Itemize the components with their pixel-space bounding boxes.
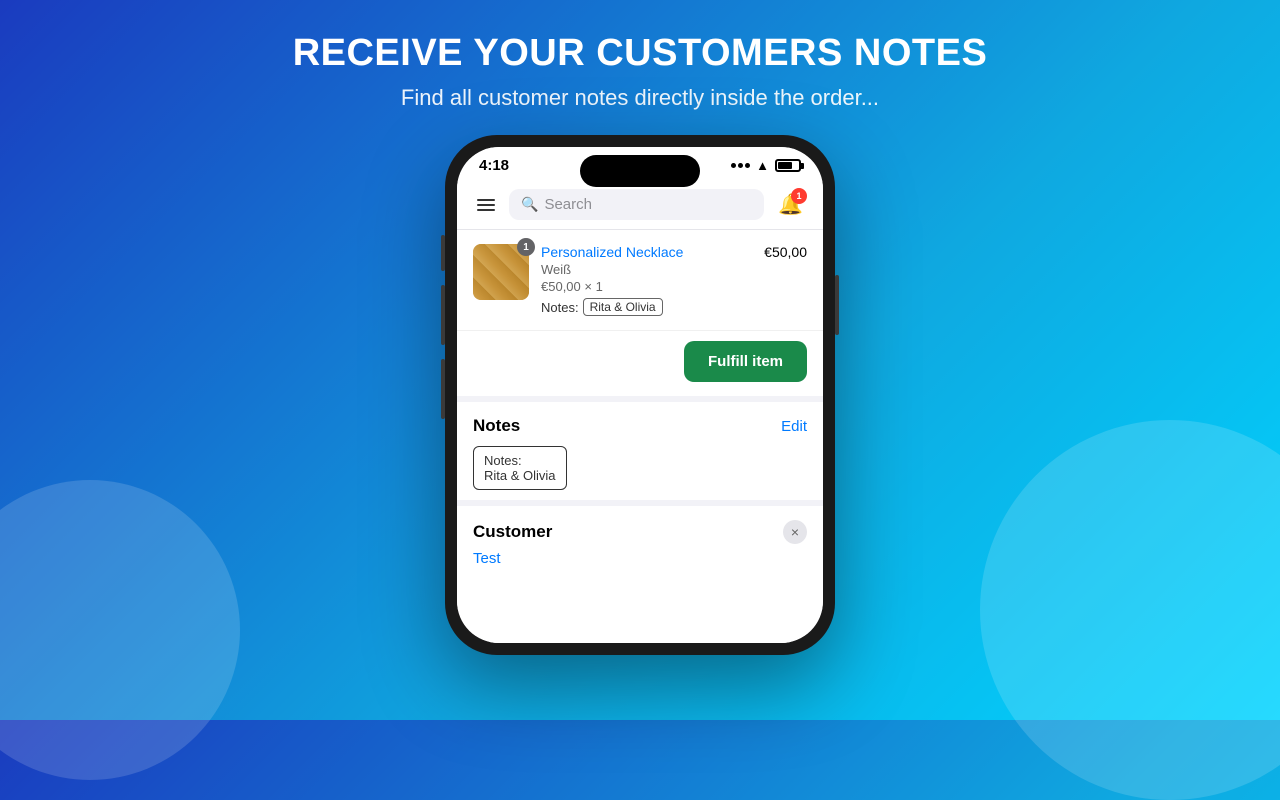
bell-container[interactable]: 🔔 1 <box>774 188 807 221</box>
customer-section-header: Customer × <box>473 520 807 544</box>
fulfill-row: Fulfill item <box>457 331 823 402</box>
nav-bar: 🔍 Search 🔔 1 <box>457 180 823 230</box>
item-notes-row: Notes: Rita & Olivia <box>541 298 807 316</box>
side-button-mute <box>441 235 445 271</box>
bg-circle-left <box>0 480 240 780</box>
phone-side-buttons-left <box>441 235 445 419</box>
phone-side-button-right <box>835 275 839 335</box>
customer-section: Customer × Test <box>457 500 823 577</box>
hamburger-line-3 <box>477 209 495 211</box>
fulfill-item-button[interactable]: Fulfill item <box>684 341 807 382</box>
main-title: RECEIVE YOUR CUSTOMERS NOTES <box>293 32 988 75</box>
notes-edit-link[interactable]: Edit <box>781 418 807 435</box>
signal-dot-1 <box>731 163 736 168</box>
status-time: 4:18 <box>479 157 509 174</box>
item-variant: Weiß <box>541 262 807 277</box>
battery-fill <box>778 162 792 169</box>
status-icons: ▲ <box>731 158 801 173</box>
customer-section-title: Customer <box>473 522 552 542</box>
sub-title: Find all customer notes directly inside … <box>293 85 988 111</box>
content-area: 1 Personalized Necklace Weiß €50,00 × 1 … <box>457 230 823 643</box>
signal-dots <box>731 163 750 168</box>
item-count-badge: 1 <box>517 238 535 256</box>
wifi-icon: ▲ <box>756 158 769 173</box>
search-box[interactable]: 🔍 Search <box>509 189 764 220</box>
phone-wrapper: 4:18 ▲ <box>445 135 835 655</box>
customer-name-link[interactable]: Test <box>473 550 807 567</box>
notes-box: Notes: Rita & Olivia <box>473 446 567 490</box>
phone-screen: 4:18 ▲ <box>457 147 823 643</box>
item-price-qty: €50,00 × 1 <box>541 279 807 294</box>
hamburger-line-2 <box>477 204 495 206</box>
side-button-power <box>835 275 839 335</box>
side-button-vol-down <box>441 359 445 419</box>
item-notes-value: Rita & Olivia <box>583 298 663 316</box>
bell-badge: 1 <box>791 188 807 204</box>
signal-dot-2 <box>738 163 743 168</box>
status-bar: 4:18 ▲ <box>457 147 823 180</box>
notes-box-value: Rita & Olivia <box>484 468 556 483</box>
bg-circle-right <box>980 420 1280 800</box>
search-icon: 🔍 <box>521 196 538 213</box>
notes-section-header: Notes Edit <box>473 416 807 436</box>
hamburger-menu-button[interactable] <box>473 195 499 215</box>
item-total-price: €50,00 <box>764 244 807 260</box>
order-item: 1 Personalized Necklace Weiß €50,00 × 1 … <box>457 230 823 331</box>
signal-dot-3 <box>745 163 750 168</box>
side-button-vol-up <box>441 285 445 345</box>
search-placeholder: Search <box>544 196 592 213</box>
item-image-wrapper: 1 <box>473 244 529 316</box>
notes-section-title: Notes <box>473 416 520 436</box>
customer-close-button[interactable]: × <box>783 520 807 544</box>
notes-section: Notes Edit Notes: Rita & Olivia <box>457 402 823 500</box>
hamburger-line-1 <box>477 199 495 201</box>
notes-box-label: Notes: <box>484 453 556 468</box>
dynamic-island <box>580 155 700 187</box>
header-section: RECEIVE YOUR CUSTOMERS NOTES Find all cu… <box>293 0 988 111</box>
phone-frame: 4:18 ▲ <box>445 135 835 655</box>
battery-icon <box>775 159 801 172</box>
item-notes-label: Notes: <box>541 300 579 315</box>
